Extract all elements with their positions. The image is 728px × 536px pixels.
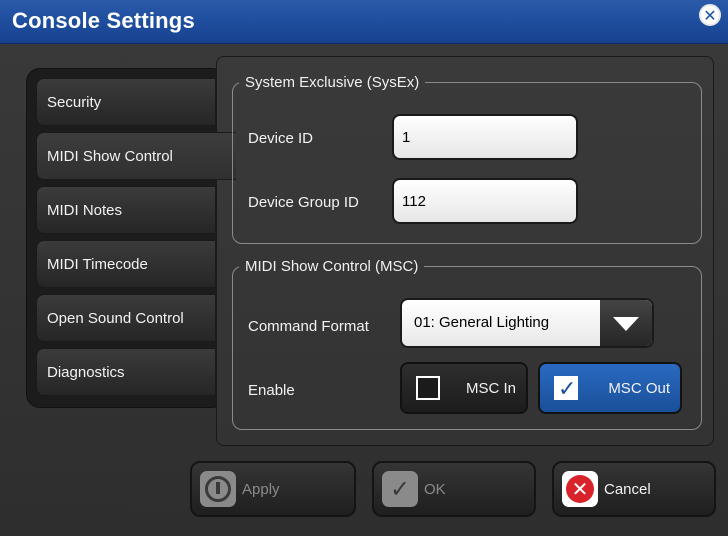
tab-midi-timecode[interactable]: MIDI Timecode: [36, 240, 216, 288]
msc-in-checkbox[interactable]: [416, 376, 440, 400]
dialog-title: Console Settings: [12, 8, 195, 33]
tab-midi-show-control[interactable]: MIDI Show Control: [36, 132, 236, 180]
apply-button[interactable]: Apply: [190, 461, 356, 517]
apply-icon: [200, 471, 236, 507]
chevron-down-icon[interactable]: [600, 300, 652, 346]
msc-in-toggle[interactable]: MSC In: [400, 362, 528, 414]
ok-button[interactable]: ✓ OK: [372, 461, 536, 517]
cancel-button[interactable]: ✕ Cancel: [552, 461, 716, 517]
ok-button-label: OK: [424, 481, 446, 498]
tab-midi-notes[interactable]: MIDI Notes: [36, 186, 216, 234]
msc-out-label: MSC Out: [608, 380, 670, 397]
checkmark-icon: ✓: [558, 376, 577, 401]
sysex-group-title: System Exclusive (SysEx): [245, 74, 420, 91]
command-format-dropdown[interactable]: 01: General Lighting: [400, 298, 654, 348]
tab-open-sound-control[interactable]: Open Sound Control: [36, 294, 216, 342]
device-id-field[interactable]: 1: [392, 114, 578, 160]
device-group-id-label: Device Group ID: [248, 194, 359, 211]
cancel-button-label: Cancel: [604, 481, 651, 498]
command-format-value: 01: General Lighting: [414, 314, 550, 331]
ok-icon: ✓: [382, 471, 418, 507]
command-format-label: Command Format: [248, 318, 369, 335]
device-group-id-field[interactable]: 112: [392, 178, 578, 224]
title-bar: Console Settings ✕: [0, 0, 728, 44]
msc-out-checkbox[interactable]: ✓: [554, 376, 578, 401]
tab-security[interactable]: Security: [36, 78, 216, 126]
msc-group-title: MIDI Show Control (MSC): [245, 258, 419, 275]
close-icon[interactable]: ✕: [699, 4, 721, 26]
enable-label: Enable: [248, 382, 295, 399]
device-id-label: Device ID: [248, 130, 314, 147]
console-settings-dialog: Console Settings ✕ Security MIDI Show Co…: [0, 0, 728, 536]
cancel-icon: ✕: [562, 471, 598, 507]
tab-diagnostics[interactable]: Diagnostics: [36, 348, 216, 396]
msc-in-label: MSC In: [465, 380, 516, 397]
msc-out-toggle[interactable]: ✓ MSC Out: [538, 362, 682, 414]
apply-button-label: Apply: [242, 481, 280, 498]
